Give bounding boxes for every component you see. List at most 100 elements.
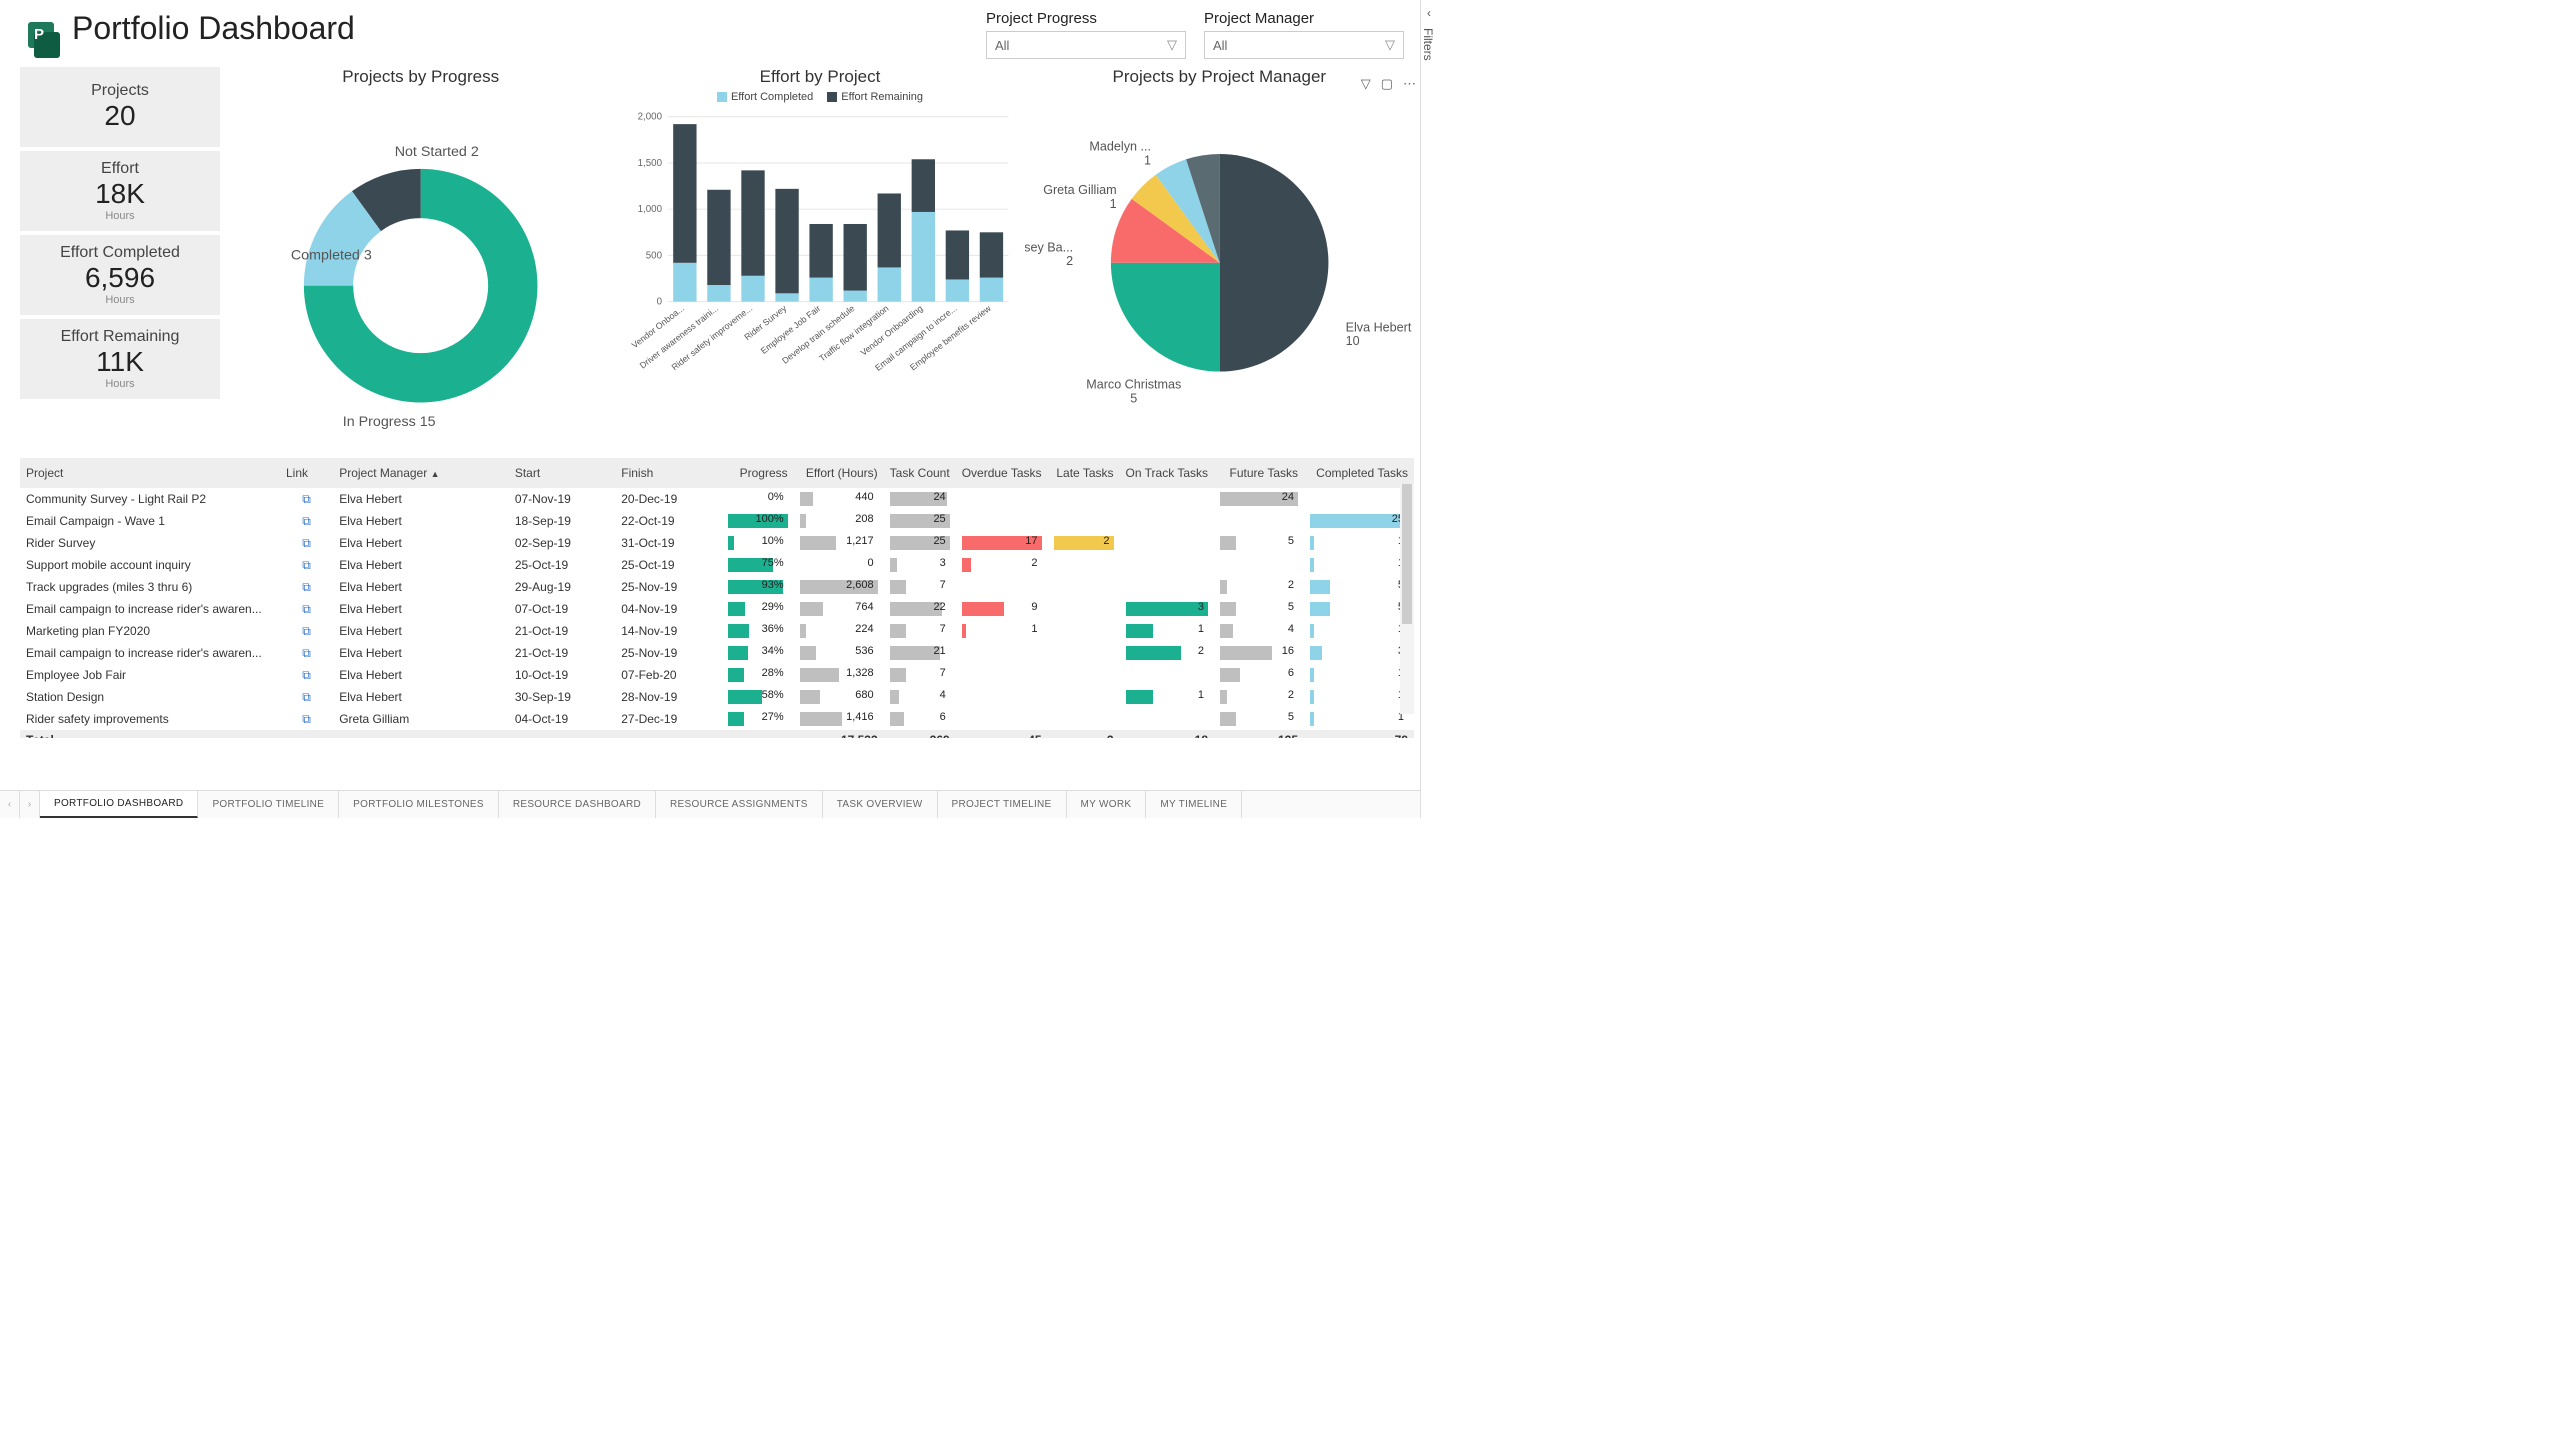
cell-project: Email Campaign - Wave 1 <box>20 510 280 532</box>
link-icon[interactable]: ⧉ <box>298 712 316 727</box>
kpi-label: Projects <box>24 82 216 100</box>
svg-text:Kasey Ba...: Kasey Ba... <box>1025 240 1073 254</box>
table-row[interactable]: Track upgrades (miles 3 thru 6) ⧉ Elva Heb… <box>20 576 1414 598</box>
table-row[interactable]: Email campaign to increase rider's aware… <box>20 642 1414 664</box>
tab-task-overview[interactable]: TASK OVERVIEW <box>823 791 938 818</box>
table-row[interactable]: Rider Survey⧉Elva Hebert02-Sep-1931-Oct-… <box>20 532 1414 554</box>
link-icon[interactable]: ⧉ <box>298 646 316 661</box>
link-icon[interactable]: ⧉ <box>298 492 316 507</box>
svg-text:Madelyn ...: Madelyn ... <box>1089 140 1151 154</box>
filter-progress-select[interactable]: All ▽ <box>986 31 1186 59</box>
chart-title: Effort by Project <box>760 67 881 87</box>
link-icon[interactable]: ⧉ <box>298 624 316 639</box>
column-header[interactable]: Link <box>280 458 333 488</box>
cell-finish: 25-Oct-19 <box>615 554 721 576</box>
link-icon[interactable]: ⧉ <box>298 602 316 617</box>
column-header[interactable]: Start <box>509 458 615 488</box>
page-title: Portfolio Dashboard <box>72 10 355 47</box>
link-icon[interactable]: ⧉ <box>298 558 316 573</box>
link-icon[interactable]: ⧉ <box>298 536 316 551</box>
svg-text:10: 10 <box>1345 334 1359 348</box>
cell-pm: Elva Hebert <box>333 576 509 598</box>
kpi-sublabel: Hours <box>24 210 216 222</box>
svg-text:Employee Job Fair: Employee Job Fair <box>759 303 823 356</box>
kpi-card: Effort18KHours <box>20 151 220 231</box>
column-header[interactable]: Effort (Hours) <box>794 458 884 488</box>
table-row[interactable]: Rider safety improvements⧉Greta Gilliam0… <box>20 708 1414 730</box>
cell-finish: 25-Nov-19 <box>615 642 721 664</box>
table-row[interactable]: Support mobile account inquiry ⧉ Elva Hebe… <box>20 554 1414 576</box>
cell-start: 10-Oct-19 <box>509 664 615 686</box>
cell-project: Employee Job Fair <box>20 664 280 686</box>
cell-pm: Elva Hebert <box>333 510 509 532</box>
kpi-sublabel: Hours <box>24 378 216 390</box>
cell-project: Support mobile account inquiry <box>20 554 280 576</box>
cell-project: Station Design <box>20 686 280 708</box>
filters-pane-toggle[interactable]: Filters <box>1420 0 1444 818</box>
column-header[interactable]: Future Tasks <box>1214 458 1304 488</box>
cell-start: 02-Sep-19 <box>509 532 615 554</box>
column-header[interactable]: Finish <box>615 458 721 488</box>
chart-projects-by-manager[interactable]: Projects by Project Manager Elva Hebert1… <box>1025 67 1414 454</box>
tab-portfolio-milestones[interactable]: PORTFOLIO MILESTONES <box>339 791 499 818</box>
cell-finish: 22-Oct-19 <box>615 510 721 532</box>
tab-my-work[interactable]: MY WORK <box>1067 791 1147 818</box>
cell-pm: Elva Hebert <box>333 664 509 686</box>
kpi-card: Effort Completed6,596Hours <box>20 235 220 315</box>
table-row[interactable]: Employee Job Fair ⧉ Elva Hebert10-Oct-1907… <box>20 664 1414 686</box>
tab-my-timeline[interactable]: MY TIMELINE <box>1146 791 1242 818</box>
svg-text:1: 1 <box>1144 153 1151 167</box>
cell-finish: 31-Oct-19 <box>615 532 721 554</box>
cell-pm: Elva Hebert <box>333 554 509 576</box>
column-header[interactable]: Project <box>20 458 280 488</box>
column-header[interactable]: Late Tasks <box>1048 458 1120 488</box>
filter-icon[interactable]: ▽ <box>1361 76 1371 92</box>
table-row[interactable]: Community Survey - Light Rail P2⧉Elva He… <box>20 488 1414 510</box>
link-icon[interactable]: ⧉ <box>298 668 316 683</box>
filter-label: Project Manager <box>1204 10 1404 27</box>
cell-project: Track upgrades (miles 3 thru 6) <box>20 576 280 598</box>
svg-text:1: 1 <box>1109 197 1116 211</box>
column-header[interactable]: Completed Tasks <box>1304 458 1414 488</box>
link-icon[interactable]: ⧉ <box>298 580 316 595</box>
table-row[interactable]: Station Design⧉Elva Hebert30-Sep-1928-No… <box>20 686 1414 708</box>
table-row[interactable]: Email Campaign - Wave 1⧉Elva Hebert18-Se… <box>20 510 1414 532</box>
kpi-value: 20 <box>24 100 216 132</box>
table-scrollbar[interactable] <box>1400 484 1414 714</box>
tab-portfolio-timeline[interactable]: PORTFOLIO TIMELINE <box>198 791 339 818</box>
tab-next[interactable]: › <box>20 791 40 818</box>
svg-text:5: 5 <box>1130 391 1137 405</box>
column-header[interactable]: On Track Tasks <box>1120 458 1214 488</box>
chart-effort-by-project[interactable]: Effort by Project Effort CompletedEffort… <box>625 67 1014 454</box>
column-header[interactable]: Overdue Tasks <box>956 458 1048 488</box>
tab-resource-dashboard[interactable]: RESOURCE DASHBOARD <box>499 791 656 818</box>
tab-resource-assignments[interactable]: RESOURCE ASSIGNMENTS <box>656 791 823 818</box>
filter-label: Project Progress <box>986 10 1186 27</box>
link-icon[interactable]: ⧉ <box>298 690 316 705</box>
link-icon[interactable]: ⧉ <box>298 514 316 529</box>
cell-finish: 07-Feb-20 <box>615 664 721 686</box>
report-tabs: ‹ › PORTFOLIO DASHBOARDPORTFOLIO TIMELIN… <box>0 790 1420 818</box>
cell-project: Rider Survey <box>20 532 280 554</box>
tab-prev[interactable]: ‹ <box>0 791 20 818</box>
kpi-card: Effort Remaining11KHours <box>20 319 220 399</box>
table-row[interactable]: Email campaign to increase rider's aware… <box>20 598 1414 620</box>
chart-projects-by-progress[interactable]: Projects by Progress In Progress 15Compl… <box>226 67 615 454</box>
table-row[interactable]: Marketing plan FY2020⧉Elva Hebert21-Oct-… <box>20 620 1414 642</box>
cell-finish: 14-Nov-19 <box>615 620 721 642</box>
bookmark-icon[interactable]: ▢ <box>1381 76 1393 92</box>
cell-start: 04-Oct-19 <box>509 708 615 730</box>
column-header[interactable]: Task Count <box>884 458 956 488</box>
column-header[interactable]: Project Manager ▲ <box>333 458 509 488</box>
visual-toolbar: ▽ ▢ ⋯ <box>1361 76 1416 92</box>
kpi-card: Projects20 <box>20 67 220 147</box>
tab-project-timeline[interactable]: PROJECT TIMELINE <box>938 791 1067 818</box>
svg-text:Marco Christmas: Marco Christmas <box>1086 378 1181 392</box>
kpi-label: Effort Remaining <box>24 328 216 346</box>
column-header[interactable]: Progress <box>722 458 794 488</box>
chart-title: Projects by Progress <box>342 67 499 87</box>
more-icon[interactable]: ⋯ <box>1403 76 1416 92</box>
filter-manager-select[interactable]: All ▽ <box>1204 31 1404 59</box>
tab-portfolio-dashboard[interactable]: PORTFOLIO DASHBOARD <box>40 791 198 818</box>
svg-text:0: 0 <box>657 297 663 308</box>
